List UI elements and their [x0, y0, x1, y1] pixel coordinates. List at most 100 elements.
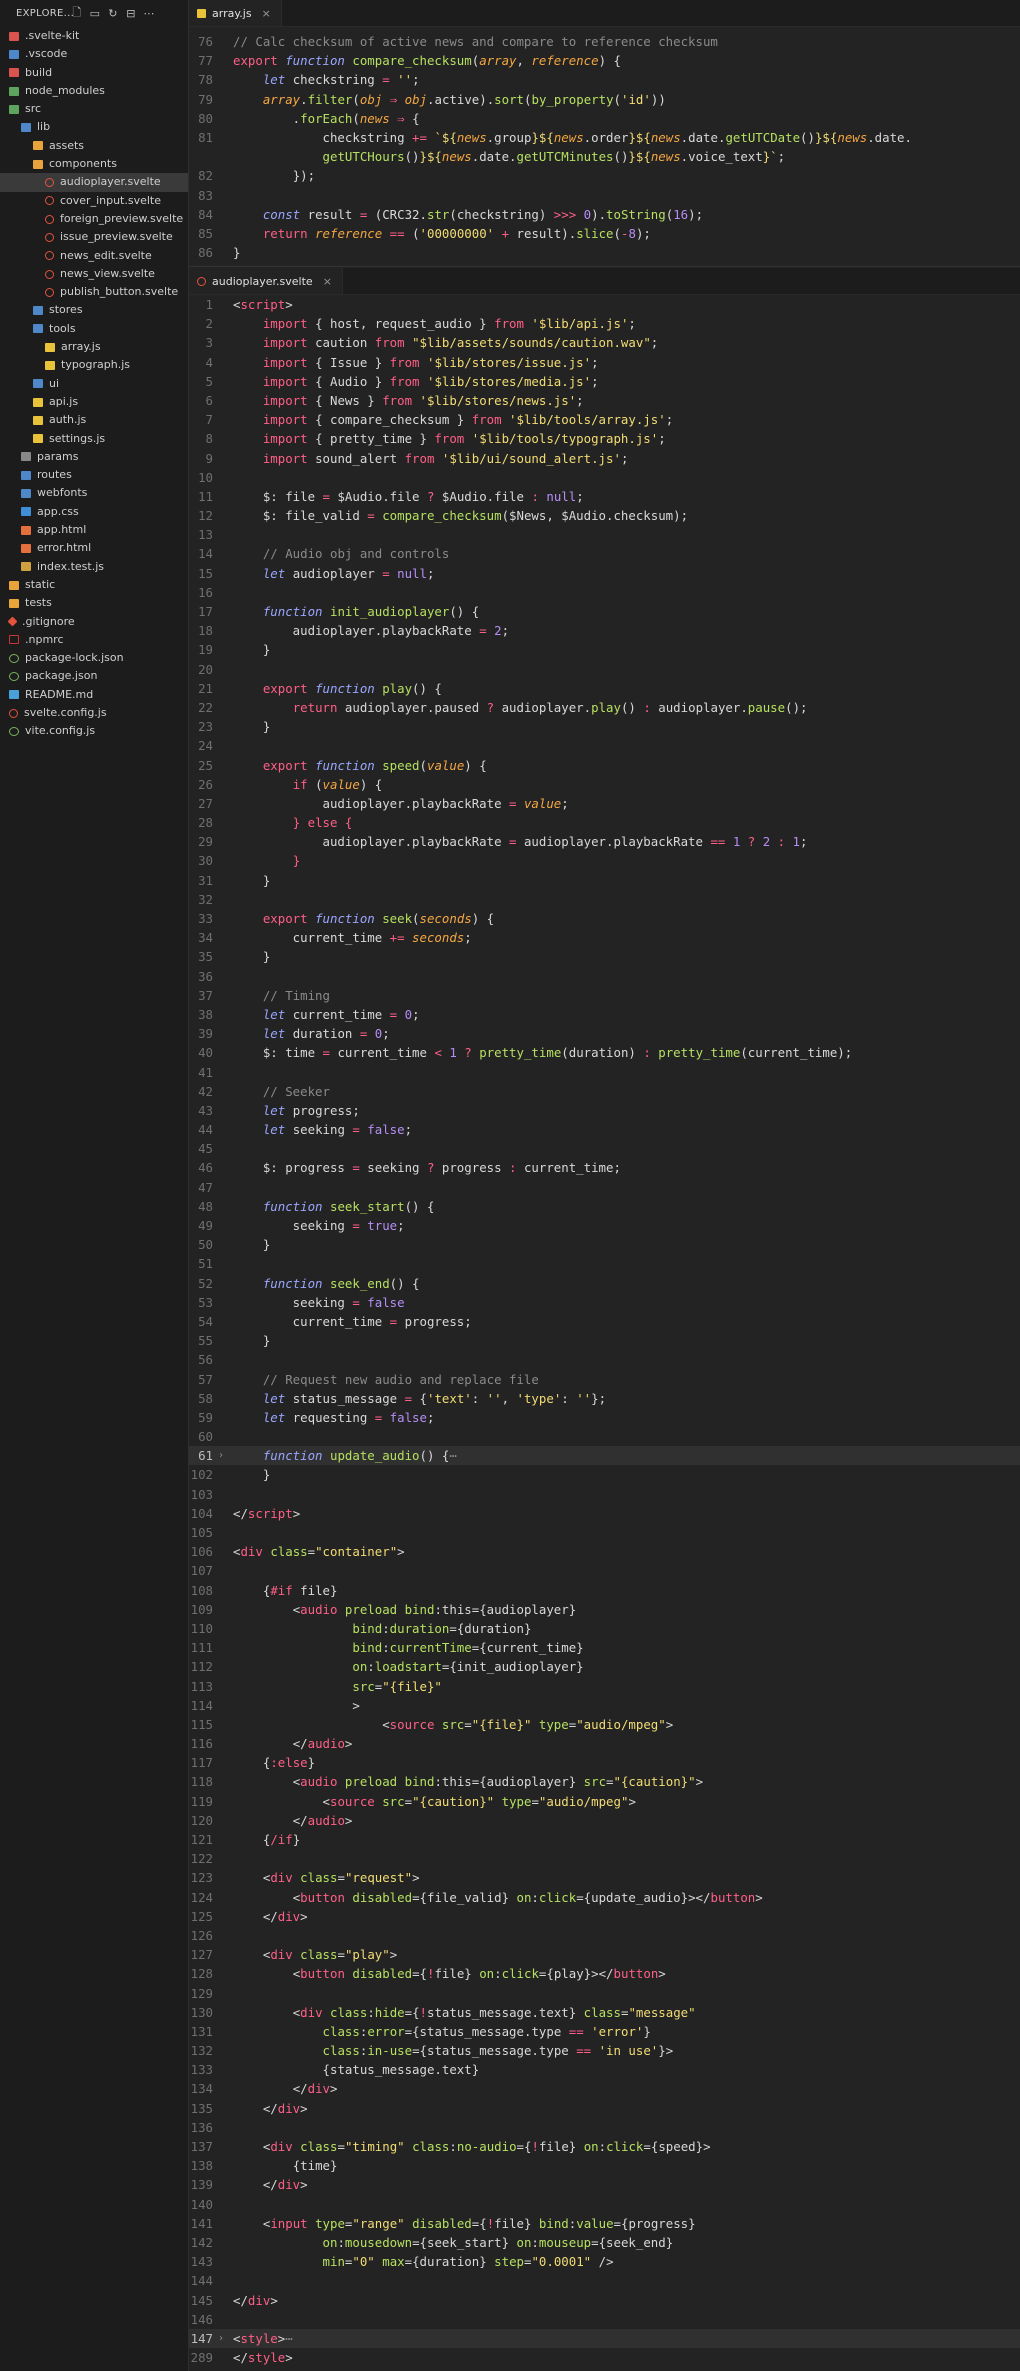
tree-item[interactable]: params: [0, 448, 188, 466]
code-line[interactable]: 2 import { host, request_audio } from '$…: [189, 314, 1020, 333]
code-line[interactable]: getUTCHours()}${news.date.getUTCMinutes(…: [189, 147, 1020, 166]
code-line[interactable]: 51: [189, 1254, 1020, 1273]
code-line[interactable]: 107: [189, 1561, 1020, 1580]
tree-item[interactable]: package-lock.json: [0, 649, 188, 667]
code-line[interactable]: 128 <button disabled={!file} on:click={p…: [189, 1964, 1020, 1983]
close-icon[interactable]: ×: [262, 7, 271, 20]
code-line[interactable]: 10: [189, 468, 1020, 487]
code-line[interactable]: 44 let seeking = false;: [189, 1120, 1020, 1139]
code-line[interactable]: 126: [189, 1926, 1020, 1945]
code-line[interactable]: 4 import { Issue } from '$lib/stores/iss…: [189, 353, 1020, 372]
code-line[interactable]: 40 $: time = current_time < 1 ? pretty_t…: [189, 1043, 1020, 1062]
code-line[interactable]: 112 on:loadstart={init_audioplayer}: [189, 1657, 1020, 1676]
tree-item[interactable]: news_view.svelte: [0, 265, 188, 283]
code-line[interactable]: 146: [189, 2310, 1020, 2329]
code-line[interactable]: 14 // Audio obj and controls: [189, 544, 1020, 563]
code-line[interactable]: 102 }: [189, 1465, 1020, 1484]
tree-item[interactable]: foreign_preview.svelte: [0, 210, 188, 228]
tree-item[interactable]: auth.js: [0, 411, 188, 429]
code-line[interactable]: 132 class:in-use={status_message.type ==…: [189, 2041, 1020, 2060]
code-line[interactable]: 12 $: file_valid = compare_checksum($New…: [189, 506, 1020, 525]
tree-item[interactable]: news_edit.svelte: [0, 247, 188, 265]
code-line[interactable]: 134 </div>: [189, 2079, 1020, 2098]
tree-item[interactable]: svelte.config.js: [0, 704, 188, 722]
code-line[interactable]: 9 import sound_alert from '$lib/ui/sound…: [189, 449, 1020, 468]
code-line[interactable]: 18 audioplayer.playbackRate = 2;: [189, 621, 1020, 640]
more-icon[interactable]: ⋯: [140, 7, 158, 20]
code-line[interactable]: 86}: [189, 243, 1020, 262]
code-line[interactable]: 24: [189, 736, 1020, 755]
tree-item[interactable]: static: [0, 576, 188, 594]
code-line[interactable]: 113 src="{file}": [189, 1677, 1020, 1696]
code-line[interactable]: 25 export function speed(value) {: [189, 756, 1020, 775]
tab-array-js[interactable]: array.js ×: [189, 0, 282, 26]
code-line[interactable]: 1 <script>: [189, 295, 1020, 314]
tree-item[interactable]: stores: [0, 301, 188, 319]
tree-item[interactable]: app.css: [0, 503, 188, 521]
code-line[interactable]: 54 current_time = progress;: [189, 1312, 1020, 1331]
code-line[interactable]: 23 }: [189, 717, 1020, 736]
code-line[interactable]: 30 }: [189, 851, 1020, 870]
code-line[interactable]: 109 <audio preload bind:this={audioplaye…: [189, 1600, 1020, 1619]
tree-item[interactable]: package.json: [0, 667, 188, 685]
code-line[interactable]: 82 });: [189, 166, 1020, 185]
code-line[interactable]: 83: [189, 186, 1020, 205]
tree-item[interactable]: settings.js: [0, 430, 188, 448]
tree-item[interactable]: .gitignore: [0, 613, 188, 631]
tree-item[interactable]: tools: [0, 320, 188, 338]
code-line[interactable]: 43 let progress;: [189, 1101, 1020, 1120]
tree-item[interactable]: array.js: [0, 338, 188, 356]
code-line[interactable]: 127 <div class="play">: [189, 1945, 1020, 1964]
code-line[interactable]: 81 checkstring += `${news.group}${news.o…: [189, 128, 1020, 147]
code-line[interactable]: 140: [189, 2195, 1020, 2214]
code-line[interactable]: 117 {:else}: [189, 1753, 1020, 1772]
code-line[interactable]: 20: [189, 660, 1020, 679]
code-line[interactable]: 50 }: [189, 1235, 1020, 1254]
code-line[interactable]: 3 import caution from "$lib/assets/sound…: [189, 333, 1020, 352]
tree-item[interactable]: src: [0, 100, 188, 118]
code-line[interactable]: 131 class:error={status_message.type == …: [189, 2022, 1020, 2041]
code-line[interactable]: 119 <source src="{caution}" type="audio/…: [189, 1792, 1020, 1811]
code-line[interactable]: 115 <source src="{file}" type="audio/mpe…: [189, 1715, 1020, 1734]
code-line[interactable]: 28 } else {: [189, 813, 1020, 832]
code-line[interactable]: 123 <div class="request">: [189, 1868, 1020, 1887]
code-line[interactable]: 114 >: [189, 1696, 1020, 1715]
code-line[interactable]: 145 </div>: [189, 2291, 1020, 2310]
code-line[interactable]: 125 </div>: [189, 1907, 1020, 1926]
tree-item[interactable]: README.md: [0, 686, 188, 704]
code-line[interactable]: 39 let duration = 0;: [189, 1024, 1020, 1043]
editor-divider[interactable]: [189, 266, 1020, 267]
code-line[interactable]: 133 {status_message.text}: [189, 2060, 1020, 2079]
new-file-icon[interactable]: 🗋: [68, 4, 86, 23]
collapse-icon[interactable]: ⊟: [122, 7, 140, 20]
code-line[interactable]: 19 }: [189, 640, 1020, 659]
code-line[interactable]: 76 // Calc checksum of active news and co…: [189, 32, 1020, 51]
code-line[interactable]: 121 {/if}: [189, 1830, 1020, 1849]
new-folder-icon[interactable]: ▭: [86, 7, 104, 20]
tree-item[interactable]: vite.config.js: [0, 722, 188, 740]
code-line[interactable]: 130 <div class:hide={!status_message.tex…: [189, 2003, 1020, 2022]
tree-item[interactable]: components: [0, 155, 188, 173]
code-line[interactable]: 143 min="0" max={duration} step="0.0001"…: [189, 2252, 1020, 2271]
code-line[interactable]: 5 import { Audio } from '$lib/stores/med…: [189, 372, 1020, 391]
code-line[interactable]: 118 <audio preload bind:this={audioplaye…: [189, 1772, 1020, 1791]
code-line[interactable]: 60: [189, 1427, 1020, 1446]
code-line[interactable]: 137 <div class="timing" class:no-audio={…: [189, 2137, 1020, 2156]
code-line[interactable]: 56: [189, 1350, 1020, 1369]
code-line[interactable]: 15 let audioplayer = null;: [189, 564, 1020, 583]
code-line[interactable]: 142 on:mousedown={seek_start} on:mouseup…: [189, 2233, 1020, 2252]
code-line[interactable]: 129: [189, 1984, 1020, 2003]
tree-item[interactable]: publish_button.svelte: [0, 283, 188, 301]
bottom-code-editor[interactable]: 1 <script> 2 import { host, request_audio …: [189, 295, 1020, 2367]
code-line[interactable]: 110 bind:duration={duration}: [189, 1619, 1020, 1638]
code-line[interactable]: 49 seeking = true;: [189, 1216, 1020, 1235]
top-code-editor[interactable]: 76 // Calc checksum of active news and co…: [189, 32, 1020, 262]
code-line[interactable]: 111 bind:currentTime={current_time}: [189, 1638, 1020, 1657]
code-line[interactable]: 41: [189, 1063, 1020, 1082]
tree-item[interactable]: build: [0, 64, 188, 82]
tree-item[interactable]: app.html: [0, 521, 188, 539]
code-line[interactable]: 11 $: file = $Audio.file ? $Audio.file :…: [189, 487, 1020, 506]
code-line[interactable]: 35 }: [189, 947, 1020, 966]
tree-item[interactable]: routes: [0, 466, 188, 484]
code-line[interactable]: 78 let checkstring = '';: [189, 70, 1020, 89]
